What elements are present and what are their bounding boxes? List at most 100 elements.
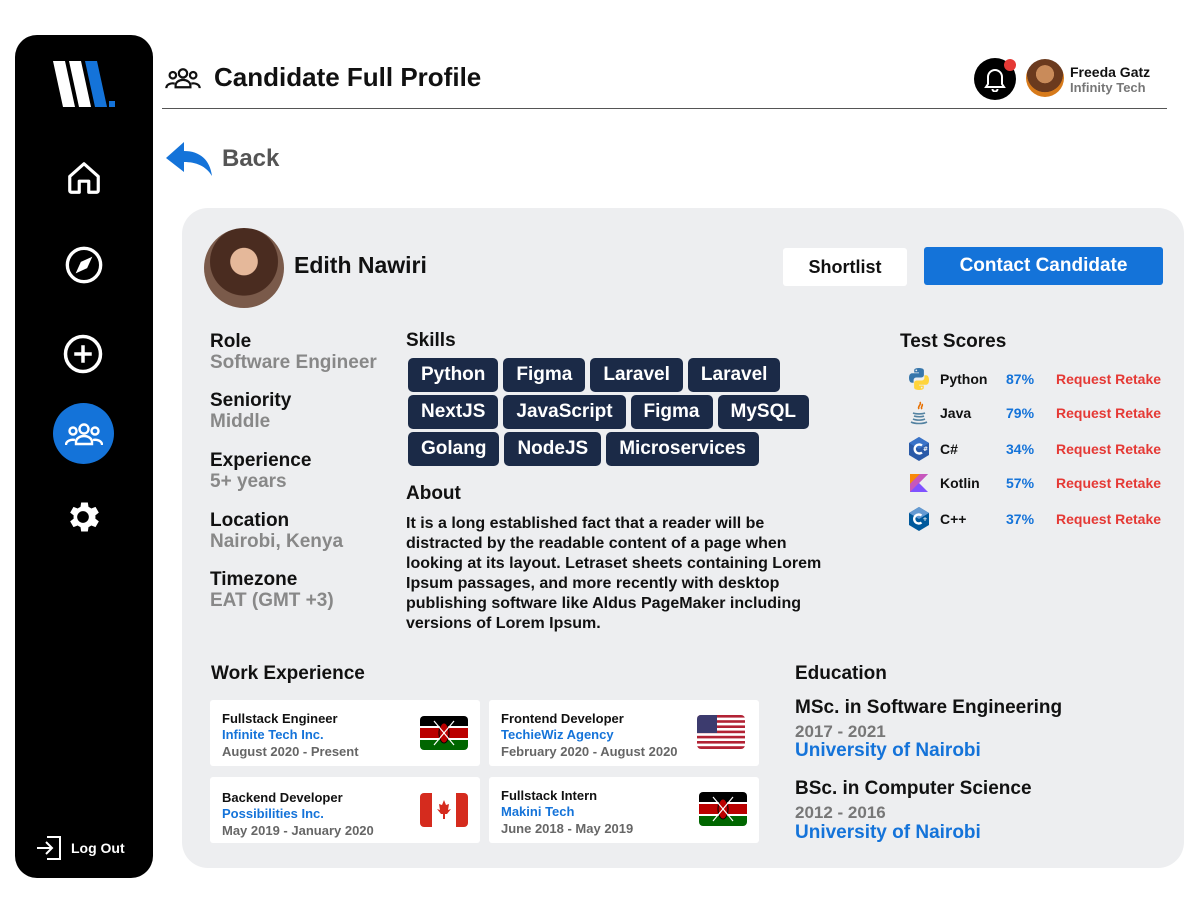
sidebar: Log Out [15,35,153,878]
detail-value: Software Engineer [210,352,377,373]
logout-label: Log Out [71,840,125,856]
job-title: Backend Developer [222,790,343,805]
detail-seniority: Seniority Middle [210,390,291,432]
education-years: 2012 - 2016 [795,803,886,822]
education-school[interactable]: University of Nairobi [795,740,981,762]
job-company: Possibilities Inc. [222,806,324,821]
detail-experience: Experience 5+ years [210,450,311,492]
skills-list: Python Figma Laravel Laravel NextJS Java… [408,358,873,466]
skill-chip: Figma [503,358,586,392]
cpp-icon: + [906,506,932,532]
bell-icon [984,69,1006,92]
education-school[interactable]: University of Nairobi [795,822,981,844]
header-divider [162,108,1167,109]
score-row: # C# 34% Request Retake [906,436,1166,462]
skill-chip: NodeJS [504,432,602,466]
skill-chip: Laravel [687,358,781,392]
back-label: Back [222,145,280,172]
education-degree: BSc. in Computer Science [795,778,1032,799]
shortlist-button[interactable]: Shortlist [783,248,907,286]
work-item[interactable]: Frontend Developer TechieWiz Agency Febr… [489,700,759,766]
detail-location: Location Nairobi, Kenya [210,510,343,552]
home-icon[interactable] [62,156,106,200]
job-company: TechieWiz Agency [501,727,614,742]
score-row: Python 87% Request Retake [906,366,1166,392]
back-arrow-icon [166,142,212,176]
python-icon [906,366,932,392]
work-item[interactable]: Fullstack Intern Makini Tech June 2018 -… [489,777,759,843]
candidate-name: Edith Nawiri [294,252,427,278]
usa-flag-icon [697,715,745,749]
score-language: Python [940,371,988,387]
svg-text:#: # [923,446,928,453]
score-percent: 79% [1006,405,1035,421]
logout-icon [37,836,61,860]
score-language: Kotlin [940,475,980,491]
skill-chip: Golang [408,432,500,466]
user-name: Freeda Gatz [1070,64,1151,80]
work-experience-title: Work Experience [211,663,365,684]
work-item[interactable]: Backend Developer Possibilities Inc. May… [210,777,480,843]
score-row: Kotlin 57% Request Retake [906,470,1166,496]
score-percent: 37% [1006,511,1035,527]
skill-chip: NextJS [408,395,499,429]
java-icon [906,400,932,426]
job-title: Fullstack Engineer [222,711,338,726]
detail-timezone: Timezone EAT (GMT +3) [210,569,334,611]
contact-candidate-button[interactable]: Contact Candidate [924,247,1163,285]
score-percent: 57% [1006,475,1035,491]
request-retake-link[interactable]: Request Retake [1056,475,1161,491]
job-dates: May 2019 - January 2020 [222,823,374,838]
job-dates: June 2018 - May 2019 [501,821,634,836]
skill-chip: Microservices [606,432,759,466]
svg-text:+: + [923,516,928,523]
logout-button[interactable]: Log Out [35,835,125,861]
users-icon [64,422,103,445]
request-retake-link[interactable]: Request Retake [1056,441,1161,457]
detail-label: Timezone [210,569,298,590]
detail-label: Experience [210,450,312,471]
skill-chip: Figma [630,395,713,429]
page-title: Candidate Full Profile [214,62,482,92]
candidates-nav-button[interactable] [53,403,114,464]
detail-label: Role [210,331,252,352]
score-language: C++ [940,511,967,527]
gear-icon[interactable] [61,495,105,539]
education-title: Education [795,663,887,684]
user-avatar[interactable] [1026,59,1064,97]
score-percent: 34% [1006,441,1035,457]
notification-dot [1004,59,1016,71]
csharp-icon: # [906,436,932,462]
test-scores-title: Test Scores [900,331,1007,352]
kotlin-icon [906,470,932,496]
job-dates: February 2020 - August 2020 [501,744,678,759]
detail-value: 5+ years [210,471,287,492]
compass-icon[interactable] [62,243,106,287]
work-item[interactable]: Fullstack Engineer Infinite Tech Inc. Au… [210,700,480,766]
users-icon [165,67,201,88]
detail-value: EAT (GMT +3) [210,590,334,611]
job-dates: August 2020 - Present [222,744,359,759]
kenya-flag-icon [420,716,468,750]
skills-title: Skills [406,330,456,351]
back-button[interactable]: Back [164,140,279,178]
request-retake-link[interactable]: Request Retake [1056,371,1161,387]
detail-value: Middle [210,411,271,432]
brand-logo [53,61,115,107]
skill-chip: Laravel [590,358,683,392]
request-retake-link[interactable]: Request Retake [1056,405,1161,421]
notifications-button[interactable] [974,58,1016,100]
about-title: About [406,483,461,504]
skill-chip: JavaScript [503,395,626,429]
candidate-avatar [204,228,284,308]
job-company: Makini Tech [501,804,575,819]
add-icon[interactable] [61,332,105,376]
about-text: It is a long established fact that a rea… [406,515,822,632]
request-retake-link[interactable]: Request Retake [1056,511,1161,527]
score-percent: 87% [1006,371,1035,387]
canada-flag-icon [420,793,468,827]
detail-role: Role Software Engineer [210,331,377,373]
skill-chip: MySQL [717,395,809,429]
user-company: Infinity Tech [1070,80,1146,95]
detail-label: Seniority [210,390,292,411]
